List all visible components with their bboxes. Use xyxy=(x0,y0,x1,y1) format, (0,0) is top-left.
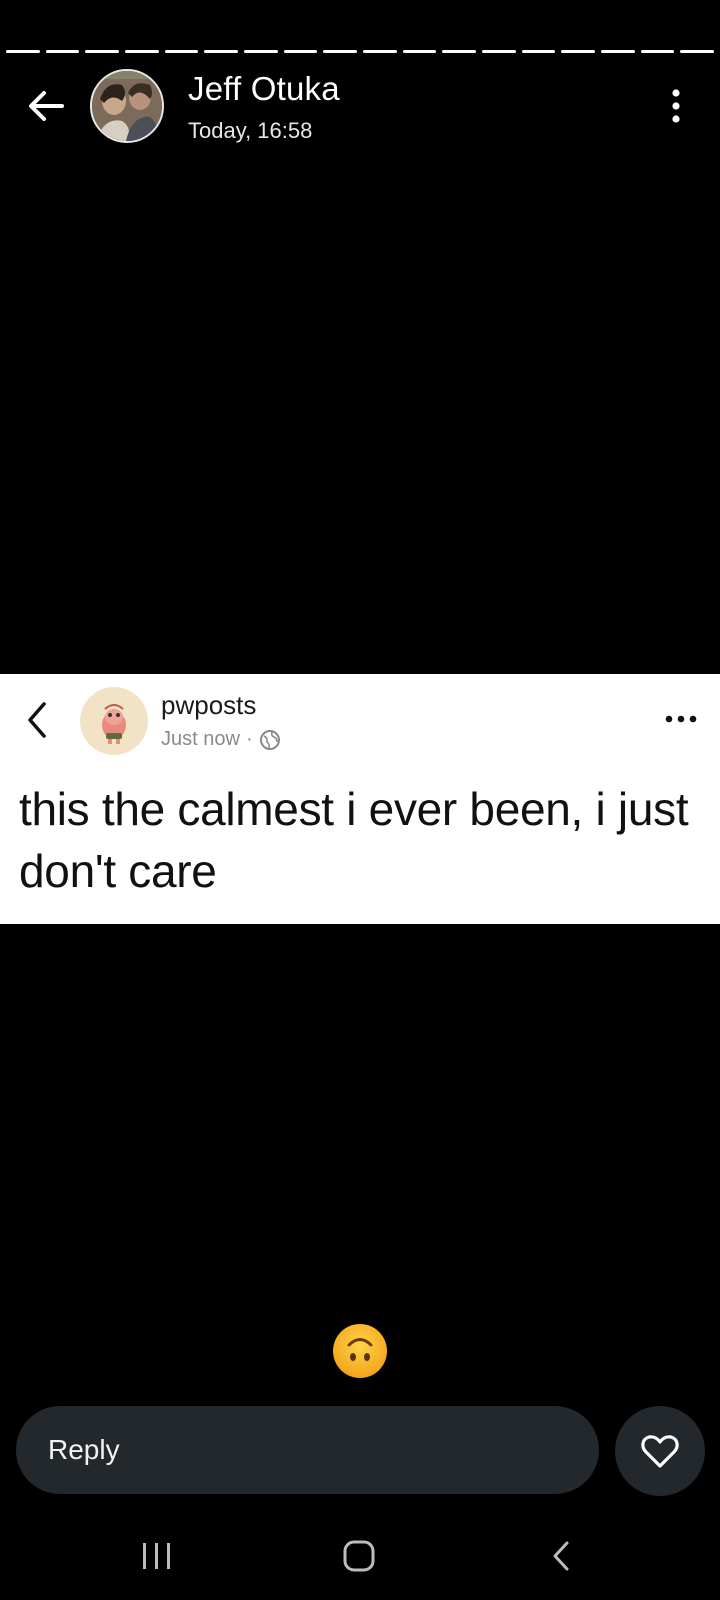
cartoon-character-icon xyxy=(102,704,126,744)
progress-segment xyxy=(204,50,239,53)
heart-icon xyxy=(641,1435,679,1468)
post-meta-separator: · xyxy=(245,728,253,750)
story-progress-bar xyxy=(6,50,715,54)
like-button[interactable] xyxy=(615,1406,705,1496)
progress-segment xyxy=(85,50,120,53)
progress-segment xyxy=(561,50,596,53)
progress-segment xyxy=(6,50,40,53)
post-username[interactable]: pwposts xyxy=(161,690,256,721)
progress-segment xyxy=(601,50,635,53)
avatar-photo xyxy=(92,71,162,141)
more-vertical-icon xyxy=(672,89,680,123)
progress-segment xyxy=(680,50,715,53)
progress-segment xyxy=(521,50,556,53)
more-horizontal-icon xyxy=(665,715,697,723)
story-timestamp: Today, 16:58 xyxy=(188,118,313,143)
progress-segment xyxy=(442,50,477,53)
system-back-button[interactable] xyxy=(550,1540,572,1572)
progress-segment xyxy=(125,50,159,53)
progress-segment xyxy=(363,50,397,53)
story-user-name[interactable]: Jeff Otuka xyxy=(188,70,340,108)
emoji-icon xyxy=(333,1324,387,1378)
avatar[interactable] xyxy=(90,69,164,143)
post-meta: Just now · xyxy=(161,728,281,751)
arrow-left-icon xyxy=(29,91,64,121)
post-avatar xyxy=(80,687,148,755)
progress-segment xyxy=(640,50,675,53)
progress-segment xyxy=(402,50,437,53)
progress-segment xyxy=(283,50,318,53)
post-text: this the calmest i ever been, i just don… xyxy=(19,783,689,897)
reply-input[interactable] xyxy=(46,1433,599,1467)
chevron-left-icon xyxy=(28,702,46,738)
progress-segment xyxy=(482,50,516,53)
upside-down-face-emoji[interactable] xyxy=(332,1323,388,1379)
progress-segment xyxy=(244,50,278,53)
home-button[interactable] xyxy=(343,1540,375,1572)
globe-icon xyxy=(259,729,280,750)
shared-post-card[interactable]: pwposts Just now · this the calmest i ev… xyxy=(0,674,720,924)
progress-segment xyxy=(323,50,358,53)
back-button[interactable] xyxy=(22,82,70,130)
reply-field[interactable] xyxy=(16,1406,599,1494)
progress-segment xyxy=(45,50,80,53)
post-time: Just now xyxy=(161,728,240,750)
progress-segment xyxy=(164,50,199,53)
recent-apps-button[interactable] xyxy=(141,1541,173,1571)
more-options-button[interactable] xyxy=(666,88,686,124)
